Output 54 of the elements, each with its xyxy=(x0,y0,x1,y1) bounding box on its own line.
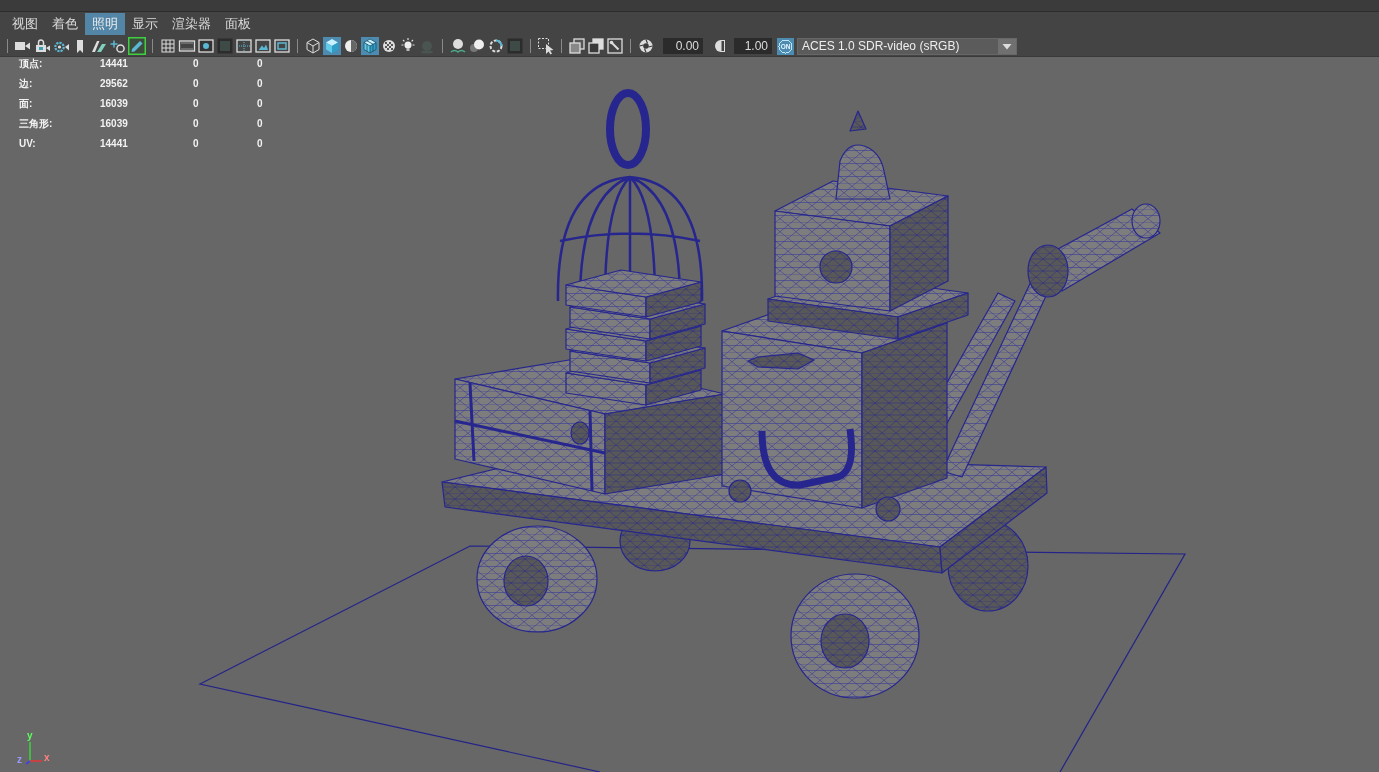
overlapping-squares-icon[interactable] xyxy=(568,37,586,55)
view-transform-dropdown[interactable]: ACES 1.0 SDR-video (sRGB) xyxy=(797,37,1017,55)
sphere-wave-icon[interactable] xyxy=(449,37,467,55)
dotted-frame-icon[interactable] xyxy=(235,37,253,55)
menu-item[interactable]: 视图 xyxy=(5,13,45,35)
double-frame-icon[interactable] xyxy=(273,37,291,55)
grid-icon[interactable] xyxy=(159,37,177,55)
stat-label: 三角形: xyxy=(19,117,54,130)
menu-item[interactable]: 面板 xyxy=(218,13,258,35)
stat-value: 14441 xyxy=(100,57,129,70)
z-axis-line xyxy=(25,760,31,765)
stat-value: 0 xyxy=(257,57,264,70)
overlapping-squares-icon[interactable] xyxy=(587,37,605,55)
stat-value: 16039 xyxy=(100,97,129,110)
stat-value: 0 xyxy=(193,137,200,150)
stat-value: 0 xyxy=(193,77,200,90)
axis-label: y xyxy=(27,730,33,741)
menu-item[interactable]: 显示 xyxy=(125,13,165,35)
stat-label: 顶点: xyxy=(19,57,44,70)
caret-icon xyxy=(998,38,1016,54)
stat-label: UV: xyxy=(19,137,37,150)
menu-item[interactable]: 渲染器 xyxy=(165,13,218,35)
half-shaded-sphere-icon[interactable] xyxy=(342,37,360,55)
two-spheres-icon[interactable] xyxy=(468,37,486,55)
gamma-field[interactable]: 1.00 xyxy=(734,38,772,54)
axis-label: z xyxy=(17,754,22,765)
stat-value: 29562 xyxy=(100,77,129,90)
stat-value: 0 xyxy=(193,117,200,130)
pencil-icon[interactable] xyxy=(128,37,146,55)
stat-value: 0 xyxy=(257,117,264,130)
selection-arrow-icon[interactable] xyxy=(537,37,555,55)
locked-camera-icon[interactable] xyxy=(33,37,51,55)
framed-picture-icon[interactable] xyxy=(254,37,272,55)
menu-item[interactable]: 着色 xyxy=(45,13,85,35)
stat-value: 16039 xyxy=(100,117,129,130)
stat-label: 面: xyxy=(19,97,34,110)
checker-sphere-icon[interactable] xyxy=(380,37,398,55)
y-axis-line xyxy=(29,741,31,762)
stat-value: 14441 xyxy=(100,137,129,150)
axis-label: x xyxy=(44,752,50,763)
stat-value: 0 xyxy=(193,97,200,110)
stat-value: 0 xyxy=(257,137,264,150)
x-axis-line xyxy=(29,760,43,762)
dotted-ring-icon[interactable] xyxy=(487,37,505,55)
exposure-field[interactable]: 0.00 xyxy=(663,38,703,54)
wireframe-cube-icon[interactable] xyxy=(304,37,322,55)
film-frame-icon[interactable] xyxy=(178,37,196,55)
aperture-icon[interactable] xyxy=(637,37,655,55)
stat-value: 0 xyxy=(193,57,200,70)
stat-value: 0 xyxy=(257,77,264,90)
stat-label: 边: xyxy=(19,77,34,90)
meshed-cube-icon[interactable] xyxy=(361,37,379,55)
menu-item[interactable]: 照明 xyxy=(85,13,125,35)
stat-value: 0 xyxy=(257,97,264,110)
